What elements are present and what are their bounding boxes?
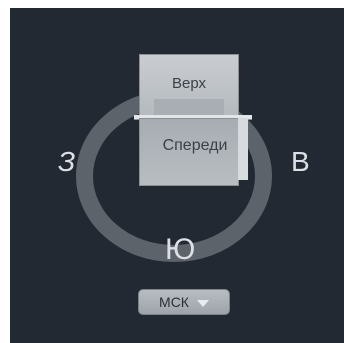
compass-west-label[interactable]: З xyxy=(58,148,75,176)
chevron-down-icon xyxy=(196,299,209,307)
viewcube-front-face[interactable]: Спереди xyxy=(139,118,239,186)
compass-south-label[interactable]: Ю xyxy=(165,235,195,265)
top-face-label: Верх xyxy=(171,75,207,92)
front-face-label: Спереди xyxy=(162,137,228,154)
viewcube[interactable]: Верх Спереди xyxy=(134,54,252,190)
viewcube-right-face[interactable] xyxy=(238,118,248,180)
ucs-menu-label: МСК xyxy=(159,294,189,310)
viewcube-viewport: З В Ю Верх Спереди МСК xyxy=(10,8,344,343)
compass-east-label[interactable]: В xyxy=(291,148,310,176)
ucs-menu-button[interactable]: МСК xyxy=(138,289,230,315)
viewcube-top-face[interactable]: Верх xyxy=(139,54,239,117)
